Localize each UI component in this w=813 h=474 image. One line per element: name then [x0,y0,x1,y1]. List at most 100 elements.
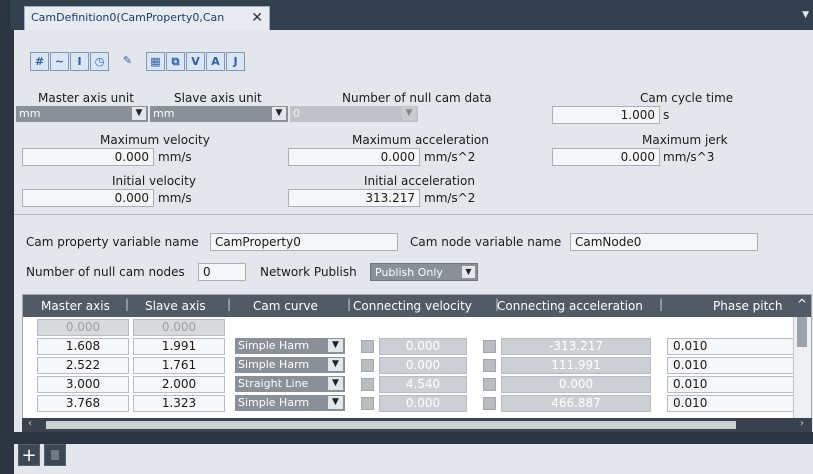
table-row-acceleration: -313.217 [501,338,651,355]
tab-cam-definition[interactable]: CamDefinition0(CamProperty0,Can ✕ [24,6,270,30]
cam-cycle-time-unit: s [663,108,670,122]
network-publish-select[interactable]: Publish Only ▼ [370,263,478,281]
table-row-master[interactable]: 2.522 [37,357,129,374]
cam-node-variable-label: Cam node variable name [410,235,562,249]
table-row-master[interactable]: 3.768 [37,395,129,412]
editor-window: CamDefinition0(CamProperty0,Can ✕ ▼ # ~ … [0,0,813,474]
velocity-checkbox[interactable] [361,359,374,372]
table-row-pitch[interactable]: 0.010 [667,357,801,374]
table-row-master: 0.000 [37,319,129,336]
chevron-down-icon: ▼ [462,266,475,278]
curve-icon[interactable]: ~ [50,52,69,71]
tab-strip: CamDefinition0(CamProperty0,Can ✕ ▼ [10,0,813,30]
horizontal-scrollbar[interactable]: ‹ › [22,418,812,432]
chevron-left-icon[interactable]: ‹ [28,418,32,429]
table-row-pitch[interactable]: 0.010 [667,395,801,412]
chevron-down-icon: ▼ [328,396,343,409]
initial-velocity-unit: mm/s [158,191,192,205]
tab-menu-icon[interactable]: ▼ [802,10,809,20]
table-row-curve[interactable]: Straight Line ▼ [235,376,345,392]
header-divider: | [227,297,232,311]
acceleration-checkbox[interactable] [483,340,496,353]
table-header: Master axis | Slave axis | Cam curve | C… [23,295,811,317]
chevron-down-icon: ▼ [272,107,286,120]
header-connecting-velocity: Connecting velocity [353,299,472,313]
table-row-master[interactable]: 1.608 [37,338,129,355]
network-publish-label: Network Publish [260,265,357,279]
chevron-down-icon: ▼ [132,107,146,120]
initial-velocity-input: 0.000 [22,189,154,207]
acceleration-checkbox[interactable] [483,378,496,391]
vertical-icon[interactable]: V [186,52,205,71]
chevron-down-icon: ▼ [328,358,343,371]
slave-axis-unit-label: Slave axis unit [174,91,262,105]
table-row-pitch[interactable]: 0.010 [667,338,801,355]
initial-acceleration-label: Initial acceleration [364,174,475,188]
copy-icon[interactable]: ⧉ [166,52,185,71]
table-row-curve-value: Simple Harm [238,396,310,409]
wrench-icon[interactable]: ✎ [118,52,137,71]
add-row-button[interactable]: + [18,444,40,466]
max-acceleration-label: Maximum acceleration [352,133,489,147]
table-row-master[interactable]: 3.000 [37,376,129,393]
acceleration-checkbox[interactable] [483,359,496,372]
scrollbar-thumb[interactable] [797,317,807,347]
table-row-curve[interactable]: Simple Harm ▼ [235,357,345,373]
grid-icon[interactable]: # [30,52,49,71]
table-row-slave[interactable]: 1.323 [133,395,225,412]
cam-node-variable-input[interactable]: CamNode0 [570,233,758,251]
null-cam-nodes-input[interactable]: 0 [198,263,246,281]
footer-bar [14,432,813,444]
chevron-down-icon: ▼ [402,107,416,120]
max-acceleration-input: 0.000 [288,148,420,166]
master-axis-unit-label: Master axis unit [38,91,134,105]
table-icon[interactable]: ▦ [146,52,165,71]
velocity-checkbox[interactable] [361,340,374,353]
scrollbar-thumb[interactable] [46,421,736,429]
null-cam-data-label: Number of null cam data [342,91,492,105]
clock-icon[interactable]: ◷ [90,52,109,71]
velocity-checkbox[interactable] [361,397,374,410]
table-row-curve-value: Simple Harm [238,339,310,352]
header-phase-pitch: Phase pitch [713,299,783,313]
text-icon[interactable]: I [70,52,89,71]
max-acceleration-unit: mm/s^2 [424,150,476,164]
chevron-down-icon: ▼ [328,339,343,352]
table-row-acceleration: 466.887 [501,395,651,412]
table-row-curve-value: Straight Line [238,377,309,390]
acceleration-icon[interactable]: A [206,52,225,71]
table-row-pitch[interactable]: 0.010 [667,376,801,393]
table-row-curve[interactable]: Simple Harm ▼ [235,395,345,411]
chevron-up-icon[interactable]: ^ [797,297,807,311]
header-connecting-acceleration: Connecting acceleration [497,299,643,313]
slave-axis-unit-select[interactable]: mm ▼ [150,106,288,122]
max-jerk-unit: mm/s^3 [663,150,715,164]
header-divider: | [347,297,352,311]
max-jerk-input: 0.000 [552,148,660,166]
velocity-checkbox[interactable] [361,378,374,391]
cam-cycle-time-input[interactable]: 1.000 [552,106,660,124]
max-velocity-unit: mm/s [158,150,192,164]
table-row-velocity: 0.000 [379,357,467,374]
null-cam-data-value: 0 [293,107,300,120]
table-row-slave: 0.000 [133,319,225,336]
table-row-velocity: 0.000 [379,395,467,412]
table-row-curve[interactable]: Simple Harm ▼ [235,338,345,354]
cam-editor-panel: # ~ I ◷ ✎ ▦ ⧉ V A J Master axis unit mm … [10,30,813,474]
null-cam-nodes-label: Number of null cam nodes [26,265,185,279]
master-axis-unit-select[interactable]: mm ▼ [16,106,148,122]
cam-property-variable-input[interactable]: CamProperty0 [210,233,398,251]
max-velocity-label: Maximum velocity [100,133,210,147]
table-row-slave[interactable]: 2.000 [133,376,225,393]
chevron-down-icon: ▼ [328,377,343,390]
header-divider: | [125,297,130,311]
tab-title: CamDefinition0(CamProperty0,Can [31,11,225,24]
slave-axis-unit-value: mm [153,107,175,120]
jerk-icon[interactable]: J [226,52,245,71]
acceleration-checkbox[interactable] [483,397,496,410]
close-icon[interactable]: ✕ [251,10,263,26]
delete-row-button[interactable] [44,444,66,466]
table-row-slave[interactable]: 1.761 [133,357,225,374]
table-row-slave[interactable]: 1.991 [133,338,225,355]
chevron-right-icon[interactable]: › [800,418,804,429]
